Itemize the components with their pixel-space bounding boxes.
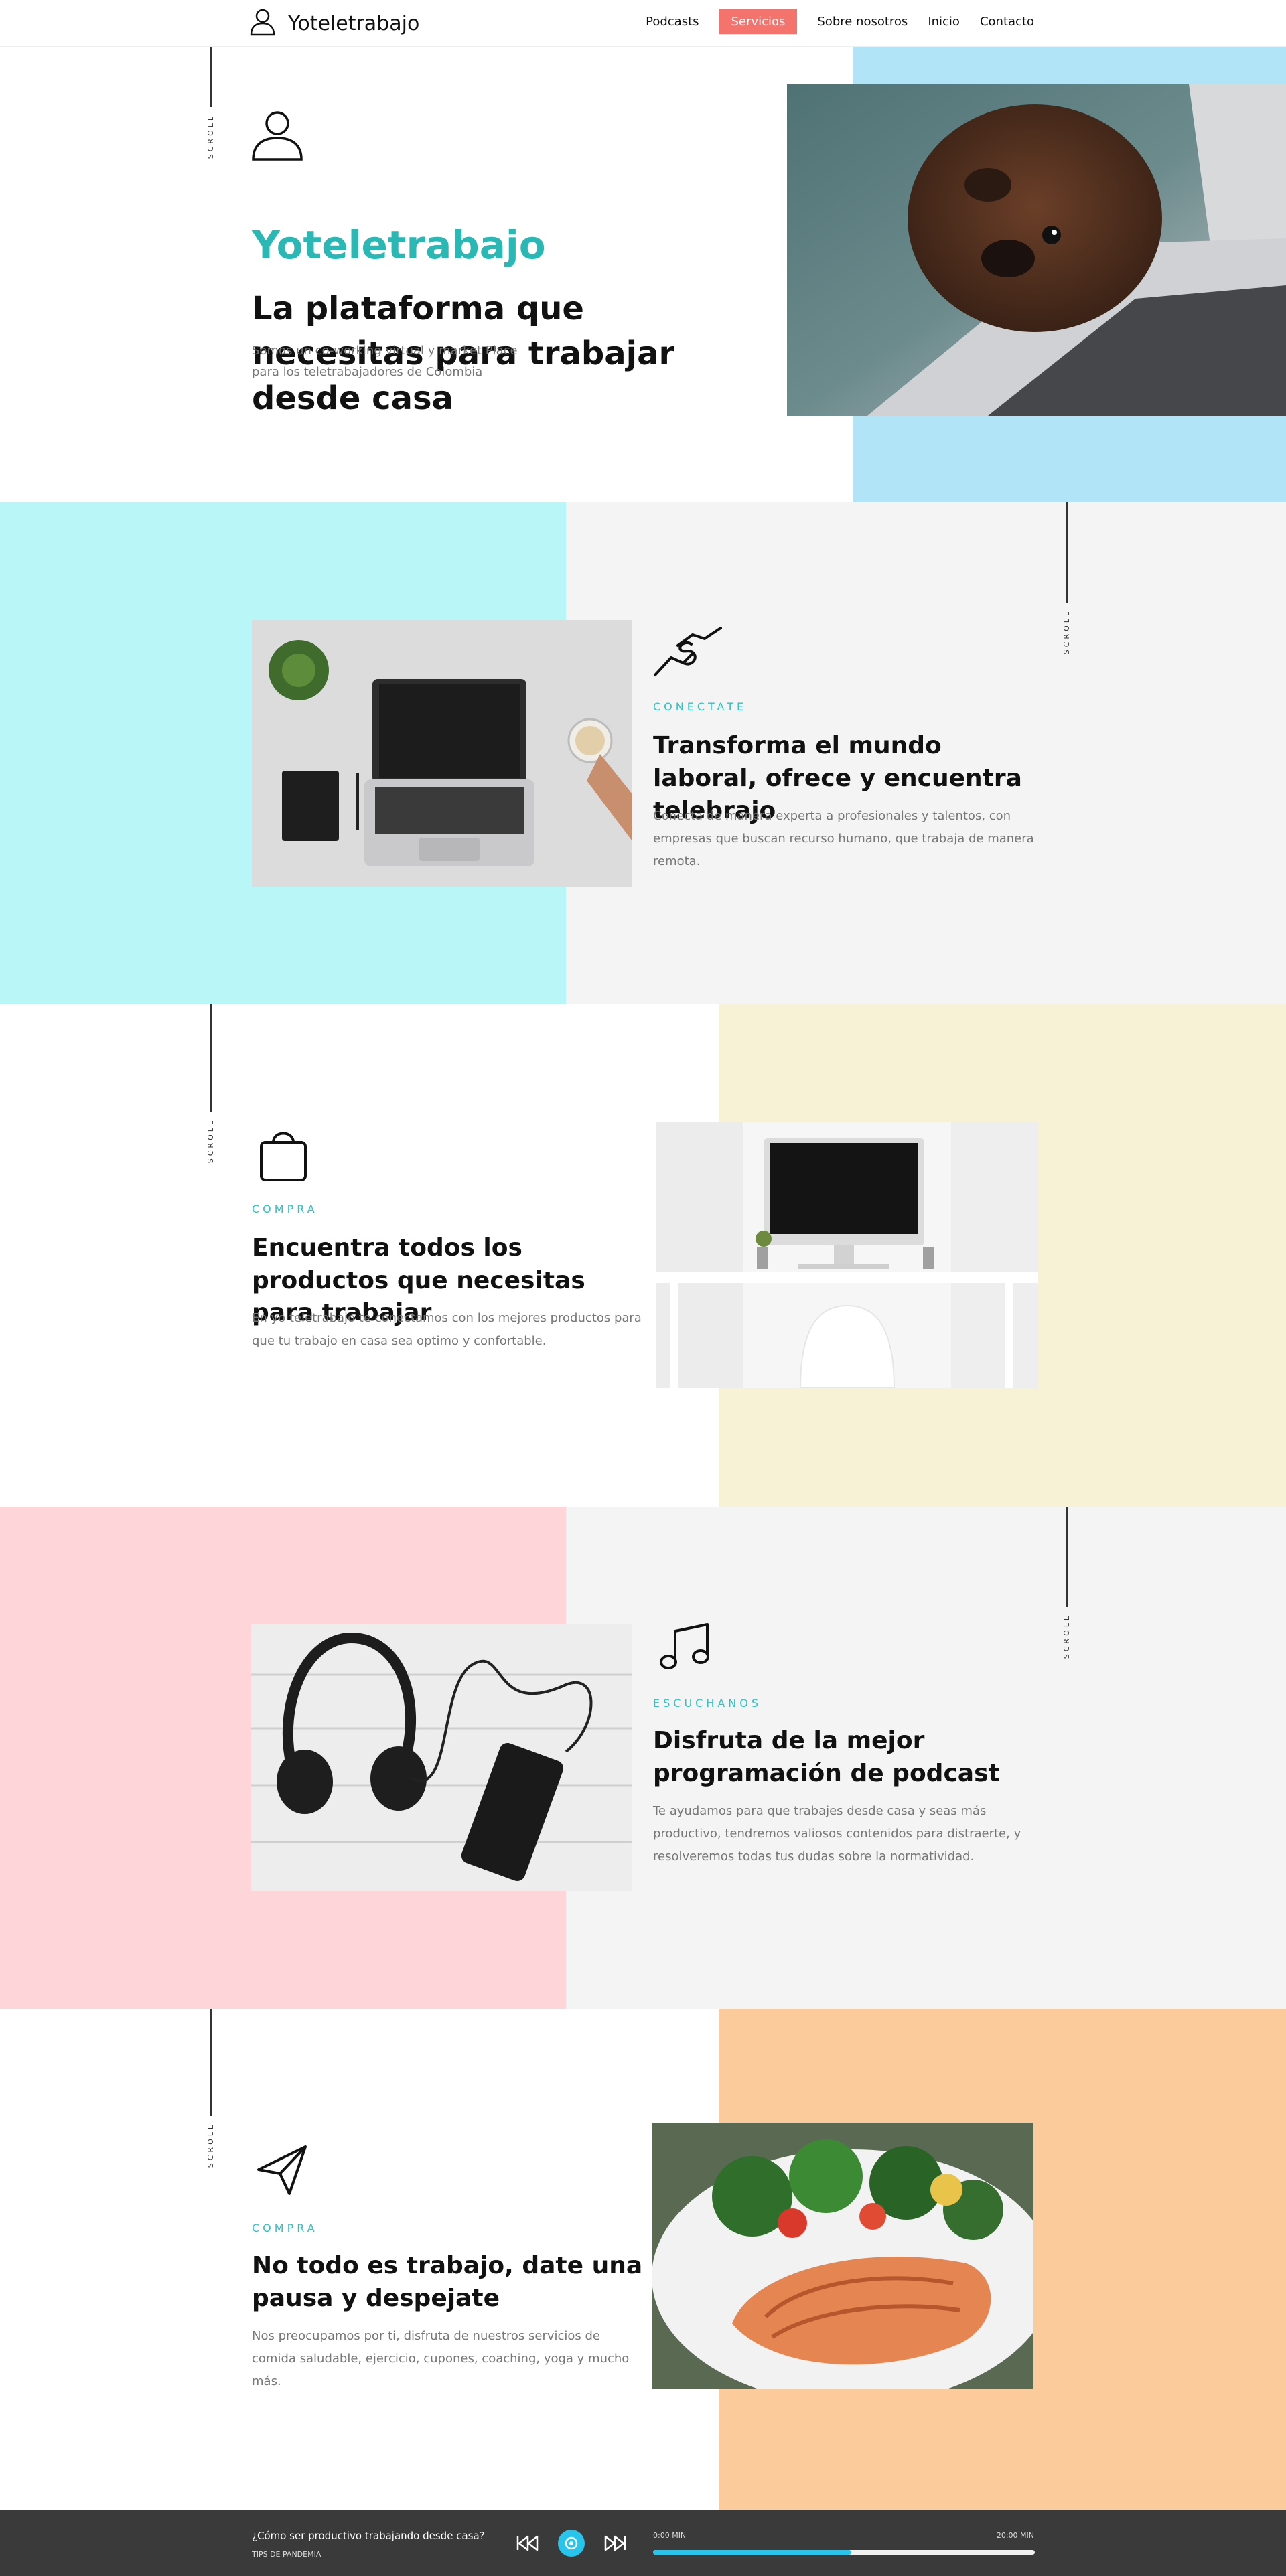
podcast-player-bar: ¿Cómo ser productivo trabajando desde ca… — [0, 2510, 1286, 2576]
nav-link-servicios[interactable]: Servicios — [719, 9, 798, 34]
hero-description: Somos un co-working virtual y market Pla… — [252, 344, 518, 380]
nav-link-podcasts[interactable]: Podcasts — [646, 15, 699, 29]
hero-title: Yoteletrabajo — [252, 222, 546, 268]
handshake-icon — [651, 623, 725, 682]
section-description: Conecta de manera experta a profesionale… — [653, 809, 1034, 869]
shop-section: SCROLL COMPRA Encuentra todos los produc… — [0, 1004, 1286, 1507]
time-total: 20:00 MIN — [996, 2531, 1034, 2540]
scroll-indicator[interactable]: SCROLL — [206, 2009, 215, 2168]
episode-category: TIPS DE PANDEMIA — [252, 2550, 322, 2559]
section-eyebrow: COMPRA — [252, 1203, 318, 1215]
scroll-indicator[interactable]: SCROLL — [206, 1004, 215, 1163]
section-description: En yo teletrabajo te conectamos con los … — [252, 1311, 642, 1349]
progress-track[interactable] — [653, 2550, 1035, 2555]
brand-logo[interactable]: Yoteletrabajo — [249, 8, 419, 39]
nav-links: Podcasts Servicios Sobre nosotros Inicio… — [646, 9, 1034, 34]
section-description: Te ayudamos para que trabajes desde casa… — [653, 1804, 1021, 1864]
podcast-section: SCROLL ESCUCHANOS Disfruta de la mejor p… — [0, 1507, 1286, 2009]
scroll-indicator[interactable]: SCROLL — [206, 47, 215, 159]
scroll-indicator[interactable]: SCROLL — [1062, 502, 1071, 654]
section-description: Nos preocupamos por ti, disfruta de nues… — [252, 2329, 630, 2389]
user-icon — [249, 8, 276, 39]
time-elapsed: 0:00 MIN — [653, 2531, 687, 2540]
nav-link-inicio[interactable]: Inicio — [928, 15, 960, 29]
episode-title[interactable]: ¿Cómo ser productivo trabajando desde ca… — [252, 2530, 485, 2542]
nav-link-sobre-nosotros[interactable]: Sobre nosotros — [817, 15, 908, 29]
section-eyebrow: ESCUCHANOS — [653, 1697, 762, 1710]
section-heading: Disfruta de la mejor programación de pod… — [653, 1727, 1000, 1787]
brand-name: Yoteletrabajo — [288, 11, 420, 35]
connect-section: SCROLL CONECTATE Transforma el mundo lab… — [0, 502, 1286, 1004]
play-icon[interactable] — [558, 2530, 585, 2557]
user-icon — [249, 107, 305, 166]
imac-desk-image — [656, 1122, 1038, 1388]
skip-back-icon[interactable] — [514, 2531, 541, 2555]
section-eyebrow: COMPRA — [252, 2222, 318, 2234]
laptop-desk-image — [252, 620, 632, 887]
top-navbar: Yoteletrabajo Podcasts Servicios Sobre n… — [0, 0, 1286, 47]
headphones-phone-image — [251, 1624, 632, 1891]
hero-dog-laptop-image — [787, 84, 1286, 416]
progress-fill — [653, 2550, 852, 2555]
salmon-salad-image — [652, 2123, 1033, 2389]
section-heading: No todo es trabajo, date una pausa y des… — [252, 2252, 643, 2312]
scroll-indicator[interactable]: SCROLL — [1062, 1507, 1071, 1659]
section-eyebrow: CONECTATE — [653, 700, 747, 713]
nav-link-contacto[interactable]: Contacto — [980, 15, 1034, 29]
shopping-bag-icon — [253, 1124, 313, 1187]
wellness-section: SCROLL COMPRA No todo es trabajo, date u… — [0, 2009, 1286, 2510]
paper-plane-icon — [255, 2143, 309, 2200]
hero-section: SCROLL Yoteletrabajo La plataforma que n… — [0, 47, 1286, 502]
music-note-icon — [656, 1620, 717, 1677]
skip-forward-icon[interactable] — [601, 2531, 628, 2555]
